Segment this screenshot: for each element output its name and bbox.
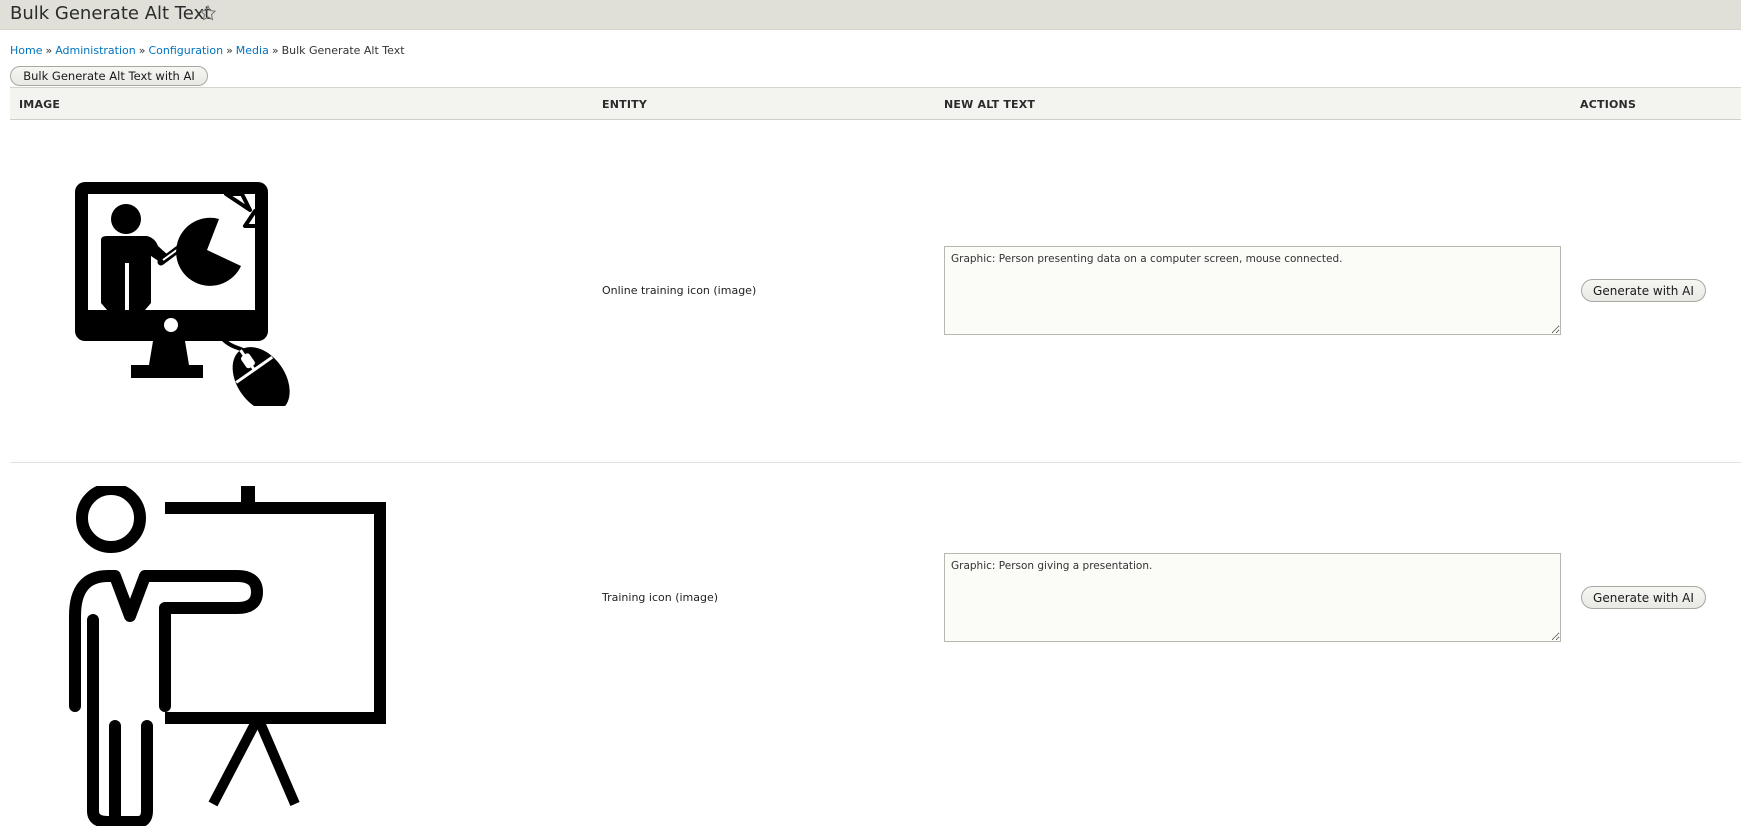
- breadcrumb-current: Bulk Generate Alt Text: [281, 44, 405, 57]
- breadcrumb-administration[interactable]: Administration: [55, 44, 136, 57]
- table-row: Online training icon (image) Graphic: Pe…: [10, 121, 1741, 463]
- title-bar: Bulk Generate Alt Text: [0, 0, 1741, 30]
- column-header-actions[interactable]: Actions: [1580, 98, 1636, 111]
- entity-label[interactable]: Online training icon (image): [602, 284, 756, 297]
- breadcrumb-separator: »: [45, 44, 53, 57]
- generate-with-ai-button[interactable]: Generate with AI: [1581, 279, 1706, 302]
- breadcrumb-media[interactable]: Media: [236, 44, 269, 57]
- breadcrumb-configuration[interactable]: Configuration: [148, 44, 223, 57]
- page-title: Bulk Generate Alt Text: [10, 3, 212, 24]
- breadcrumb-home[interactable]: Home: [10, 44, 42, 57]
- star-icon[interactable]: [199, 4, 217, 22]
- table-header: Image Entity New Alt Text Actions: [10, 87, 1741, 120]
- presentation-training-icon: [69, 486, 386, 826]
- table-row: Training icon (image) Graphic: Person gi…: [10, 464, 1741, 826]
- alt-text-textarea[interactable]: Graphic: Person giving a presentation.: [944, 553, 1561, 642]
- breadcrumb-separator: »: [271, 44, 279, 57]
- column-header-new-alt-text[interactable]: New Alt Text: [944, 98, 1035, 111]
- breadcrumb-separator: »: [226, 44, 233, 57]
- entity-label[interactable]: Training icon (image): [602, 591, 718, 604]
- breadcrumb-separator: »: [138, 44, 146, 57]
- breadcrumb: Home» Administration» Configuration» Media»…: [10, 44, 405, 57]
- online-training-icon: [75, 182, 290, 406]
- column-header-entity[interactable]: Entity: [602, 98, 647, 111]
- alt-text-textarea[interactable]: Graphic: Person presenting data on a com…: [944, 246, 1561, 335]
- column-header-image[interactable]: Image: [19, 98, 60, 111]
- generate-with-ai-button[interactable]: Generate with AI: [1581, 586, 1706, 609]
- bulk-generate-button[interactable]: Bulk Generate Alt Text with AI: [10, 66, 208, 86]
